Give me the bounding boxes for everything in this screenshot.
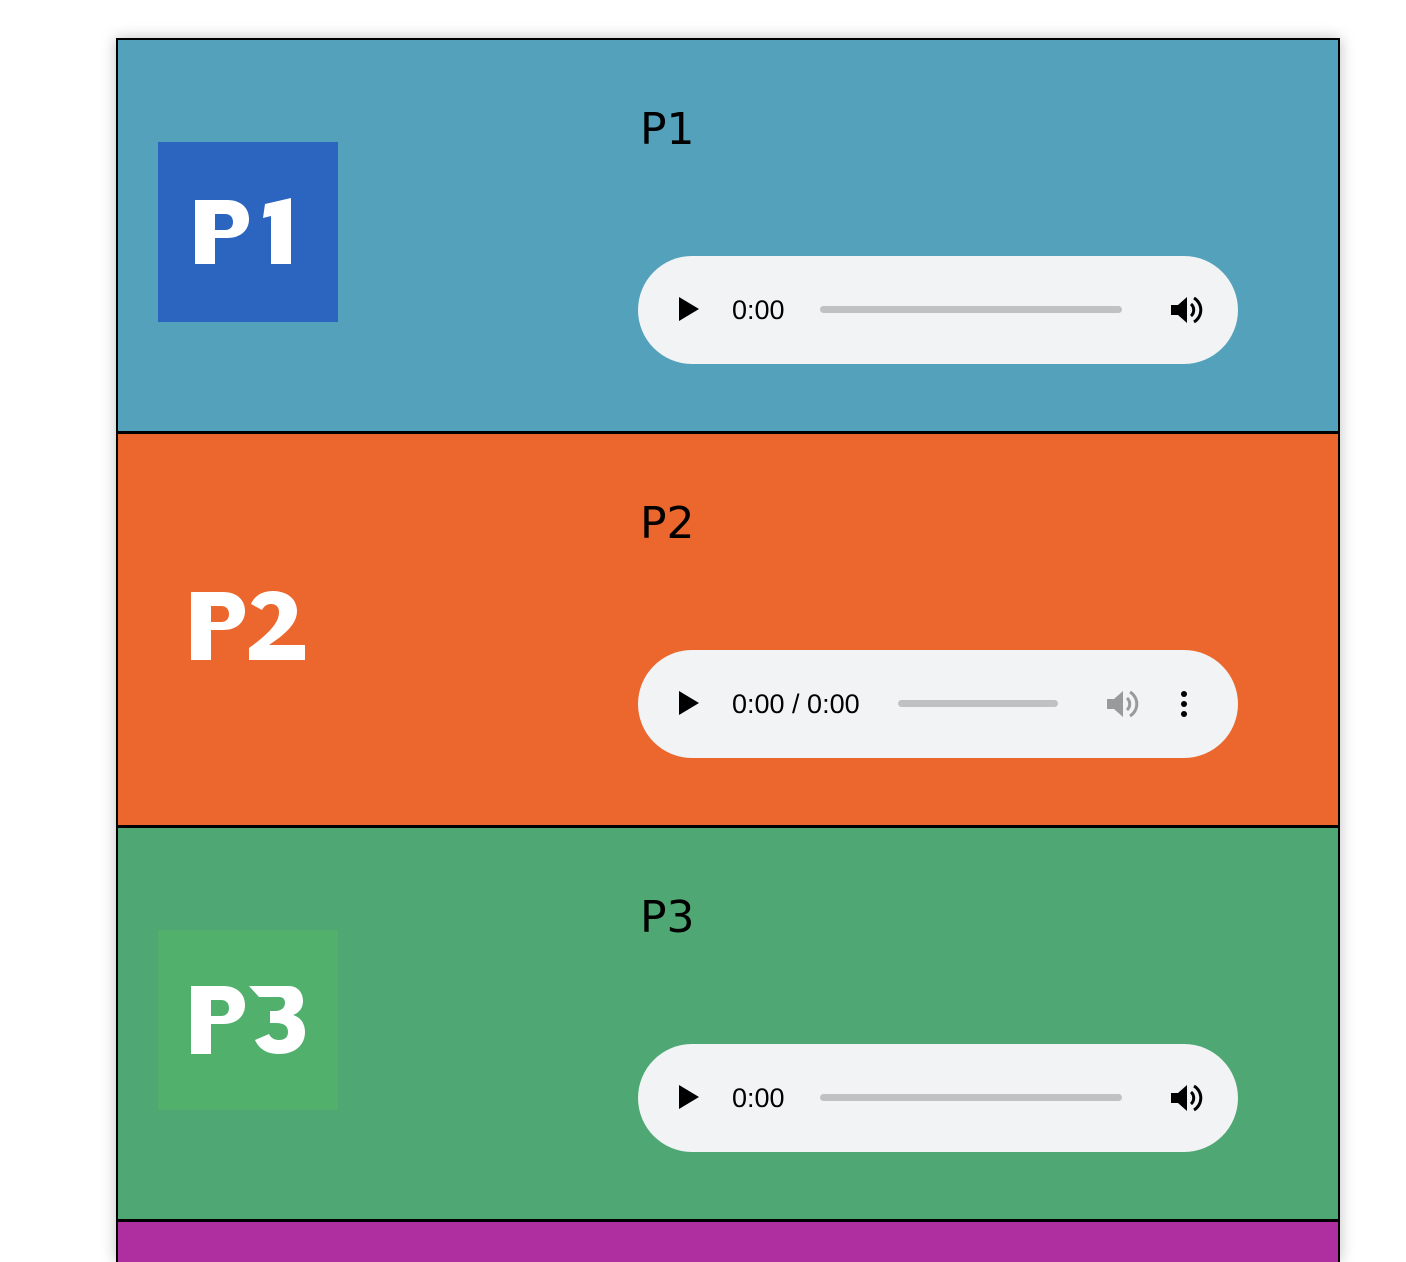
more-options-icon [1181, 691, 1187, 697]
play-button[interactable] [674, 688, 704, 718]
p2-logo-mark [191, 591, 305, 660]
audio-player[interactable]: 0:00 [638, 1044, 1238, 1152]
channel-row-p4 [118, 1222, 1338, 1262]
seek-bar[interactable] [820, 1094, 1122, 1101]
time-display: 0:00 [732, 1083, 785, 1113]
volume-icon [1171, 1084, 1203, 1112]
seek-bar[interactable] [820, 306, 1122, 313]
channel-row-p3: P3 0:00 [118, 828, 1338, 1222]
channel-row-p2: P2 0:00 / 0:00 [118, 434, 1338, 828]
seek-bar[interactable] [898, 700, 1058, 707]
channel-row-p1: P1 0:00 [118, 40, 1338, 434]
play-icon [679, 1085, 699, 1109]
time-display: 0:00 / 0:00 [732, 689, 860, 719]
more-options-button[interactable] [1172, 686, 1196, 722]
channel-logo-p1 [158, 142, 338, 322]
volume-icon [1171, 296, 1203, 324]
channel-logo-p3 [158, 930, 338, 1110]
channel-name: P2 [640, 498, 695, 549]
audio-player[interactable]: 0:00 / 0:00 [638, 650, 1238, 758]
channel-name: P3 [640, 892, 695, 943]
time-display: 0:00 [732, 295, 785, 325]
play-button[interactable] [674, 294, 704, 324]
channel-list: P1 0:00 P2 0:00 / 0:00 P3 0:00 [116, 38, 1340, 1262]
volume-button[interactable] [1168, 1080, 1204, 1116]
volume-muted-icon [1107, 690, 1139, 718]
volume-button[interactable] [1168, 292, 1204, 328]
play-button[interactable] [674, 1082, 704, 1112]
p3-logo-mark [191, 986, 305, 1054]
play-icon [679, 297, 699, 321]
audio-player[interactable]: 0:00 [638, 256, 1238, 364]
channel-name: P1 [640, 104, 695, 155]
volume-button[interactable] [1104, 686, 1140, 722]
channel-logo-p2 [158, 536, 338, 716]
play-icon [679, 691, 699, 715]
p1-logo-mark [195, 198, 291, 264]
